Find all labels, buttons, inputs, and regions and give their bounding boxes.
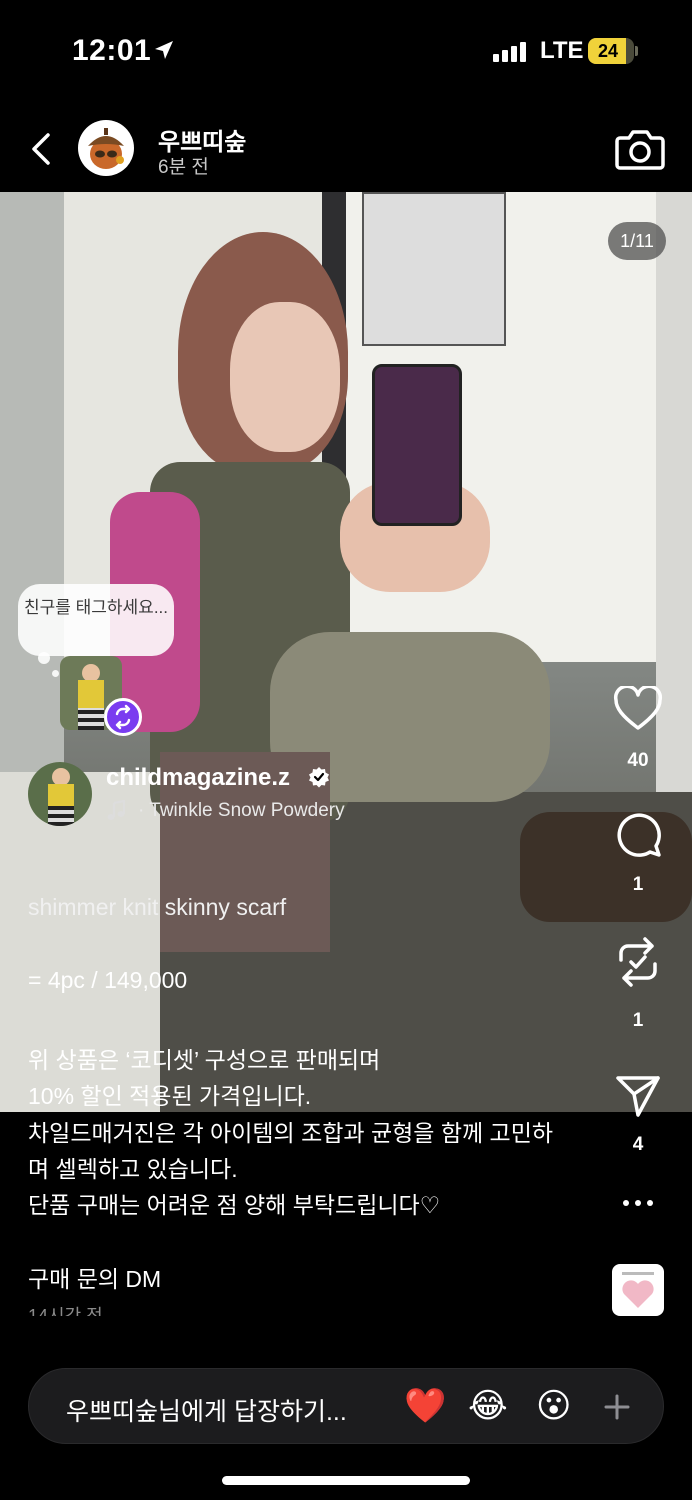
post-author-avatar[interactable]	[28, 762, 92, 826]
reaction-laugh[interactable]: 😂	[468, 1386, 508, 1426]
repost-badge-icon	[115, 704, 131, 730]
audio-thumbnail[interactable]	[612, 1264, 664, 1316]
comment-icon[interactable]	[612, 810, 664, 860]
repost-icon[interactable]	[612, 934, 664, 990]
acorn-avatar-art	[88, 128, 124, 169]
more-icon[interactable]	[622, 1198, 654, 1208]
status-time: 12:01	[72, 34, 152, 67]
reaction-wow[interactable]: 😮	[536, 1386, 571, 1426]
caption-timestamp: 14시간 전	[28, 1306, 103, 1316]
camera-icon[interactable]	[614, 126, 666, 172]
repost-count: 1	[632, 1010, 644, 1031]
song-name[interactable]: · Twinkle Snow Powdery	[138, 800, 345, 822]
boots	[520, 812, 692, 922]
tag-friends-bubble[interactable]: 친구를 태그하세요...	[18, 584, 174, 656]
reply-input[interactable]: 우쁘띠숲님에게 답장하기...	[66, 1392, 347, 1428]
send-icon[interactable]	[612, 1072, 664, 1120]
caption-line: 위 상품은 ‘코디셋’ 구성으로 판매되며	[28, 1047, 381, 1073]
plus-icon[interactable]	[602, 1392, 632, 1422]
battery-level: 24	[597, 41, 619, 61]
bubble-tail-dot	[38, 652, 50, 664]
repost-badge	[104, 698, 142, 736]
caption-line: 차일드매거진은 각 아이템의 조합과 균형을 함께 고민하	[28, 1120, 554, 1146]
story-time-ago: 6분 전	[158, 157, 209, 178]
location-arrow-icon	[155, 41, 173, 59]
signal-icon	[493, 42, 526, 62]
face	[230, 302, 340, 452]
phone-in-hand	[372, 364, 462, 526]
share-count: 4	[632, 1134, 644, 1155]
reaction-heart[interactable]: ❤️	[404, 1386, 446, 1426]
caption-line: 며 셀렉하고 있습니다.	[28, 1156, 238, 1182]
caption-line: 구매 문의 DM	[28, 1266, 162, 1292]
post-author-name[interactable]: childmagazine.z	[106, 764, 290, 792]
battery-indicator: 24	[588, 38, 634, 64]
home-indicator	[222, 1476, 470, 1485]
image-counter: 1/11	[608, 222, 666, 260]
caption-line: = 4pc / 149,000	[28, 967, 188, 993]
verified-icon	[309, 767, 329, 788]
heart-icon[interactable]	[612, 686, 664, 732]
pixel-heart-art	[622, 1272, 654, 1308]
music-note-icon	[107, 800, 126, 820]
caption-line: shimmer knit skinny scarf	[28, 894, 287, 920]
avatar[interactable]	[78, 120, 134, 176]
bubble-tail-dot	[52, 670, 59, 677]
caption-line: 10% 할인 적용된 가격입니다.	[28, 1083, 312, 1109]
back-chevron-icon[interactable]	[28, 132, 54, 166]
wall-poster	[362, 192, 506, 346]
network-label: LTE	[540, 37, 584, 64]
like-count: 40	[627, 750, 649, 771]
battery-tip	[635, 46, 638, 56]
comment-count: 1	[632, 874, 644, 895]
caption-line: 단품 구매는 어려운 점 양해 부탁드립니다♡	[28, 1192, 441, 1218]
